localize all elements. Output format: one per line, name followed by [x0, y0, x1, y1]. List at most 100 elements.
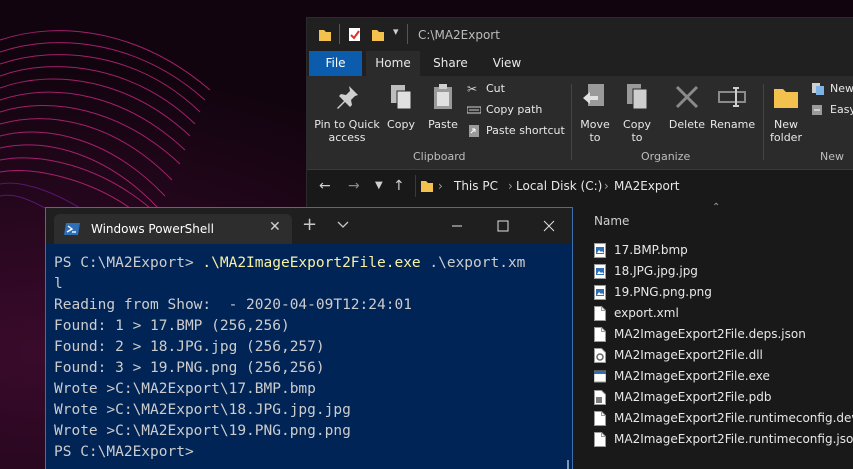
new-tab-button[interactable]: +	[302, 216, 317, 234]
paste-icon	[434, 84, 452, 109]
dll-file-icon	[594, 348, 606, 363]
file-name: MA2ImageExport2File.exe	[614, 369, 770, 383]
file-list-item[interactable]: MA2ImageExport2File.runtimeconfig.dev...	[592, 408, 853, 429]
ribbon-tabs: File Home Share View	[307, 51, 853, 76]
scissors-icon: ✂	[467, 82, 478, 96]
breadcrumb-this-pc[interactable]: This PC	[454, 179, 498, 193]
explorer-title-bar: ▾ C:\MA2Export	[307, 18, 853, 51]
copy-icon	[391, 85, 412, 110]
column-header[interactable]: ⌃ Name	[587, 202, 853, 230]
back-arrow-icon[interactable]: ←	[319, 178, 331, 194]
new-folder-icon	[774, 89, 798, 108]
exe-file-icon	[594, 370, 606, 383]
powershell-window: Windows PowerShell ✕ + PS C:\MA2Export> …	[46, 208, 572, 469]
file-list-item[interactable]: MA2ImageExport2File.dll	[592, 345, 853, 366]
file-list-item[interactable]: MA2ImageExport2File.pdb	[592, 387, 853, 408]
file-name: export.xml	[614, 306, 679, 320]
new-folder-button[interactable]: New folder	[769, 82, 803, 144]
tab-home[interactable]: Home	[366, 51, 420, 76]
delete-label: Delete	[668, 118, 706, 131]
chevron-right-icon[interactable]: ›	[438, 179, 443, 193]
copy-label: Copy	[387, 118, 415, 131]
paste-shortcut-button[interactable]: Paste shortcut	[467, 122, 565, 140]
divider	[763, 84, 764, 160]
chevron-right-icon[interactable]: ›	[604, 179, 609, 193]
new-item-button[interactable]: New	[811, 80, 853, 98]
pdb-file-icon	[594, 390, 606, 405]
new-folder-label: New folder	[770, 118, 802, 144]
column-name[interactable]: Name	[594, 214, 629, 228]
up-arrow-icon[interactable]: ↑	[393, 178, 405, 194]
rename-button[interactable]: Rename	[710, 82, 756, 131]
new-item-icon	[812, 83, 824, 95]
file-name: MA2ImageExport2File.pdb	[614, 390, 772, 404]
file-name: 19.PNG.png.png	[614, 285, 712, 299]
paste-button[interactable]: Paste	[425, 82, 461, 131]
terminal-line: PS C:\MA2Export> .\MA2ImageExport2File.e…	[54, 253, 525, 274]
cut-button[interactable]: ✂ Cut	[467, 80, 505, 98]
tab-file[interactable]: File	[309, 51, 362, 76]
minimize-icon[interactable]	[434, 208, 480, 244]
customize-quick-access-icon[interactable]: ▾	[393, 25, 399, 38]
forward-arrow-icon[interactable]: →	[348, 178, 360, 194]
breadcrumb-ma2export[interactable]: MA2Export	[614, 179, 679, 193]
terminal-output[interactable]: PS C:\MA2Export> .\MA2ImageExport2File.e…	[46, 244, 572, 469]
new-folder-icon[interactable]	[371, 27, 385, 42]
window-title: C:\MA2Export	[418, 28, 500, 42]
close-window-icon[interactable]	[526, 208, 572, 244]
document-file-icon	[594, 327, 606, 342]
file-name: MA2ImageExport2File.runtimeconfig.dev...	[614, 411, 853, 425]
properties-icon[interactable]	[348, 27, 362, 42]
breadcrumb[interactable]: › This PC › Local Disk (C:) › MA2Export	[415, 175, 853, 197]
ribbon-home: Pin to Quick access Copy Paste ✂ Cut Copy…	[307, 76, 853, 170]
rename-label: Rename	[710, 118, 756, 131]
file-list-item[interactable]: 17.BMP.bmp	[592, 240, 853, 261]
terminal-line: Reading from Show: - 2020-04-09T12:24:01	[54, 297, 412, 313]
move-to-label: Move to	[580, 118, 610, 144]
copy-button[interactable]: Copy	[383, 82, 419, 131]
close-tab-icon[interactable]: ✕	[269, 219, 281, 235]
maximize-icon[interactable]	[480, 208, 526, 244]
file-list-item[interactable]: 19.PNG.png.png	[592, 282, 853, 303]
new-item-label: New	[830, 82, 853, 95]
file-list-item[interactable]: export.xml	[592, 303, 853, 324]
easy-access-button[interactable]: Easy	[811, 101, 853, 119]
rename-icon	[718, 87, 746, 107]
copy-path-icon	[467, 106, 481, 114]
scrollbar[interactable]	[567, 460, 569, 469]
document-file-icon	[594, 411, 606, 426]
file-list-item[interactable]: MA2ImageExport2File.exe	[592, 366, 853, 387]
file-list-item[interactable]: MA2ImageExport2File.deps.json	[592, 324, 853, 345]
divider	[407, 24, 408, 44]
terminal-tab-bar: Windows PowerShell ✕ +	[46, 208, 572, 244]
pin-label: Pin to Quick access	[314, 118, 380, 144]
divider	[571, 84, 572, 160]
cut-label: Cut	[486, 82, 505, 95]
file-name: 17.BMP.bmp	[614, 243, 688, 257]
chevron-down-icon[interactable]	[336, 218, 350, 232]
copy-path-button[interactable]: Copy path	[467, 101, 542, 119]
delete-button[interactable]: Delete	[667, 82, 707, 131]
breadcrumb-local-disk[interactable]: Local Disk (C:)	[516, 179, 602, 193]
move-to-button[interactable]: Move to	[577, 82, 613, 144]
copy-to-button[interactable]: Copy to	[619, 82, 655, 144]
chevron-right-icon[interactable]: ›	[508, 179, 513, 193]
file-name: 18.JPG.jpg.jpg	[614, 264, 698, 278]
tab-windows-powershell[interactable]: Windows PowerShell ✕	[54, 214, 292, 244]
terminal-line: Wrote >C:\MA2Export\17.BMP.bmp	[54, 381, 316, 397]
recent-locations-chevron-icon[interactable]: ▼	[375, 180, 383, 191]
pin-to-quick-access-button[interactable]: Pin to Quick access	[313, 82, 381, 144]
terminal-line: Found: 3 > 19.PNG.png (256,256)	[54, 360, 325, 376]
address-bar-row: ← → ▼ ↑ › This PC › Local Disk (C:) › MA…	[307, 170, 853, 202]
paste-shortcut-icon	[469, 125, 479, 137]
file-name: MA2ImageExport2File.dll	[614, 348, 763, 362]
tab-title: Windows PowerShell	[91, 222, 214, 236]
tab-share[interactable]: Share	[424, 51, 477, 76]
file-list-item[interactable]: 18.JPG.jpg.jpg	[592, 261, 853, 282]
document-file-icon	[594, 432, 606, 447]
tab-view[interactable]: View	[481, 51, 533, 76]
easy-access-label: Easy	[830, 103, 853, 116]
folder-icon	[421, 181, 433, 192]
terminal-line: PS C:\MA2Export>	[54, 444, 194, 460]
file-list-item[interactable]: MA2ImageExport2File.runtimeconfig.json	[592, 429, 853, 450]
